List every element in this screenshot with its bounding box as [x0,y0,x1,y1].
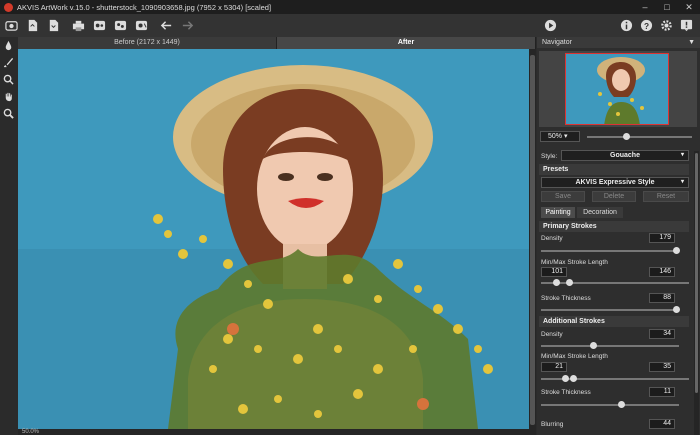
app-logo [4,2,13,12]
navigator-view[interactable] [539,51,697,127]
zoom-tool-icon[interactable] [0,105,17,122]
additional-length-slider[interactable] [541,375,689,382]
additional-min-input[interactable]: 21 [541,362,567,372]
drop-tool-icon[interactable] [0,37,17,54]
share-icon[interactable] [92,18,107,33]
delete-preset-button[interactable]: Delete [592,191,636,202]
primary-length-slider[interactable] [541,279,689,286]
home-icon[interactable] [4,18,19,33]
redo-icon[interactable] [180,18,195,33]
stroke-tool-icon[interactable] [0,71,17,88]
painted-portrait-image [18,49,529,429]
presets-header: Presets [539,164,689,175]
additional-density-label: Density [541,331,563,338]
view-tabs: Before (2172 x 1449) After [18,37,536,49]
tab-painting[interactable]: Painting [541,207,575,218]
reset-preset-button[interactable]: Reset [643,191,689,202]
navigator-title: Navigator [542,39,572,46]
open-file-icon[interactable] [25,18,40,33]
navigator-zoom-select[interactable]: 50% ▾ [540,131,580,142]
collapse-icon[interactable]: ▼ [688,37,695,48]
hand-tool-icon[interactable] [0,88,17,105]
primary-thickness-slider[interactable] [541,306,681,313]
notifications-icon[interactable] [679,18,694,33]
zoom-level: 50.0% [22,429,40,435]
main-toolbar: ? [0,14,700,37]
tab-before[interactable]: Before (2172 x 1449) [18,37,277,49]
primary-thickness-label: Stroke Thickness [541,295,591,302]
style-label: Style: [541,153,558,160]
undo-icon[interactable] [159,18,174,33]
batch-icon[interactable] [113,18,128,33]
additional-minmax-label: Min/Max Stroke Length [541,353,608,360]
blurring-label: Blurring [541,421,564,428]
primary-min-input[interactable]: 101 [541,267,567,277]
info-icon[interactable] [619,18,634,33]
tab-decoration[interactable]: Decoration [577,207,623,218]
settings-scrollbar[interactable] [694,151,699,435]
window-title: AKVIS ArtWork v.15.0 - shutterstock_1090… [17,2,272,12]
primary-density-input[interactable]: 179 [649,233,675,243]
brush-tool-icon[interactable] [0,54,17,71]
tab-after[interactable]: After [277,37,536,49]
gear-icon[interactable] [659,18,674,33]
additional-density-input[interactable]: 34 [649,329,675,339]
save-preset-button[interactable]: Save [541,191,585,202]
navigator-thumbnail[interactable] [565,53,669,125]
image-canvas[interactable] [18,49,529,429]
help-icon[interactable]: ? [639,18,654,33]
additional-density-slider[interactable] [541,342,679,349]
navigator-zoom-slider[interactable] [587,133,692,140]
run-icon[interactable] [543,18,558,33]
primary-strokes-header: Primary Strokes [539,221,689,232]
additional-max-input[interactable]: 35 [649,362,675,372]
additional-thickness-slider[interactable] [541,401,679,408]
print-icon[interactable] [71,18,86,33]
primary-minmax-label: Min/Max Stroke Length [541,259,608,266]
style-select[interactable]: Gouache ▾ [561,150,689,161]
canvas-vertical-scrollbar[interactable] [529,49,536,429]
maximize-button[interactable]: □ [656,2,678,12]
navigator-header: Navigator ▼ [537,37,700,48]
tools-panel [0,37,17,435]
preset-select[interactable]: AKVIS Expressive Style ▾ [541,177,689,188]
primary-density-slider[interactable] [541,247,681,254]
blurring-input[interactable]: 44 [649,419,675,429]
additional-strokes-header: Additional Strokes [539,316,689,327]
additional-thickness-input[interactable]: 11 [649,387,675,397]
svg-text:?: ? [644,21,649,31]
additional-thickness-label: Stroke Thickness [541,389,591,396]
settings-panel: Navigator ▼ 50% ▾ Style: Gouache ▾ Presets… [537,37,700,435]
primary-density-label: Density [541,235,563,242]
primary-max-input[interactable]: 146 [649,267,675,277]
primary-thickness-input[interactable]: 88 [649,293,675,303]
close-button[interactable]: ✕ [678,2,700,13]
canvas-settings-icon[interactable] [134,18,149,33]
minimize-button[interactable]: – [634,2,656,12]
save-file-icon[interactable] [46,18,61,33]
title-bar: AKVIS ArtWork v.15.0 - shutterstock_1090… [0,0,700,14]
canvas-horizontal-scrollbar[interactable] [18,429,536,435]
